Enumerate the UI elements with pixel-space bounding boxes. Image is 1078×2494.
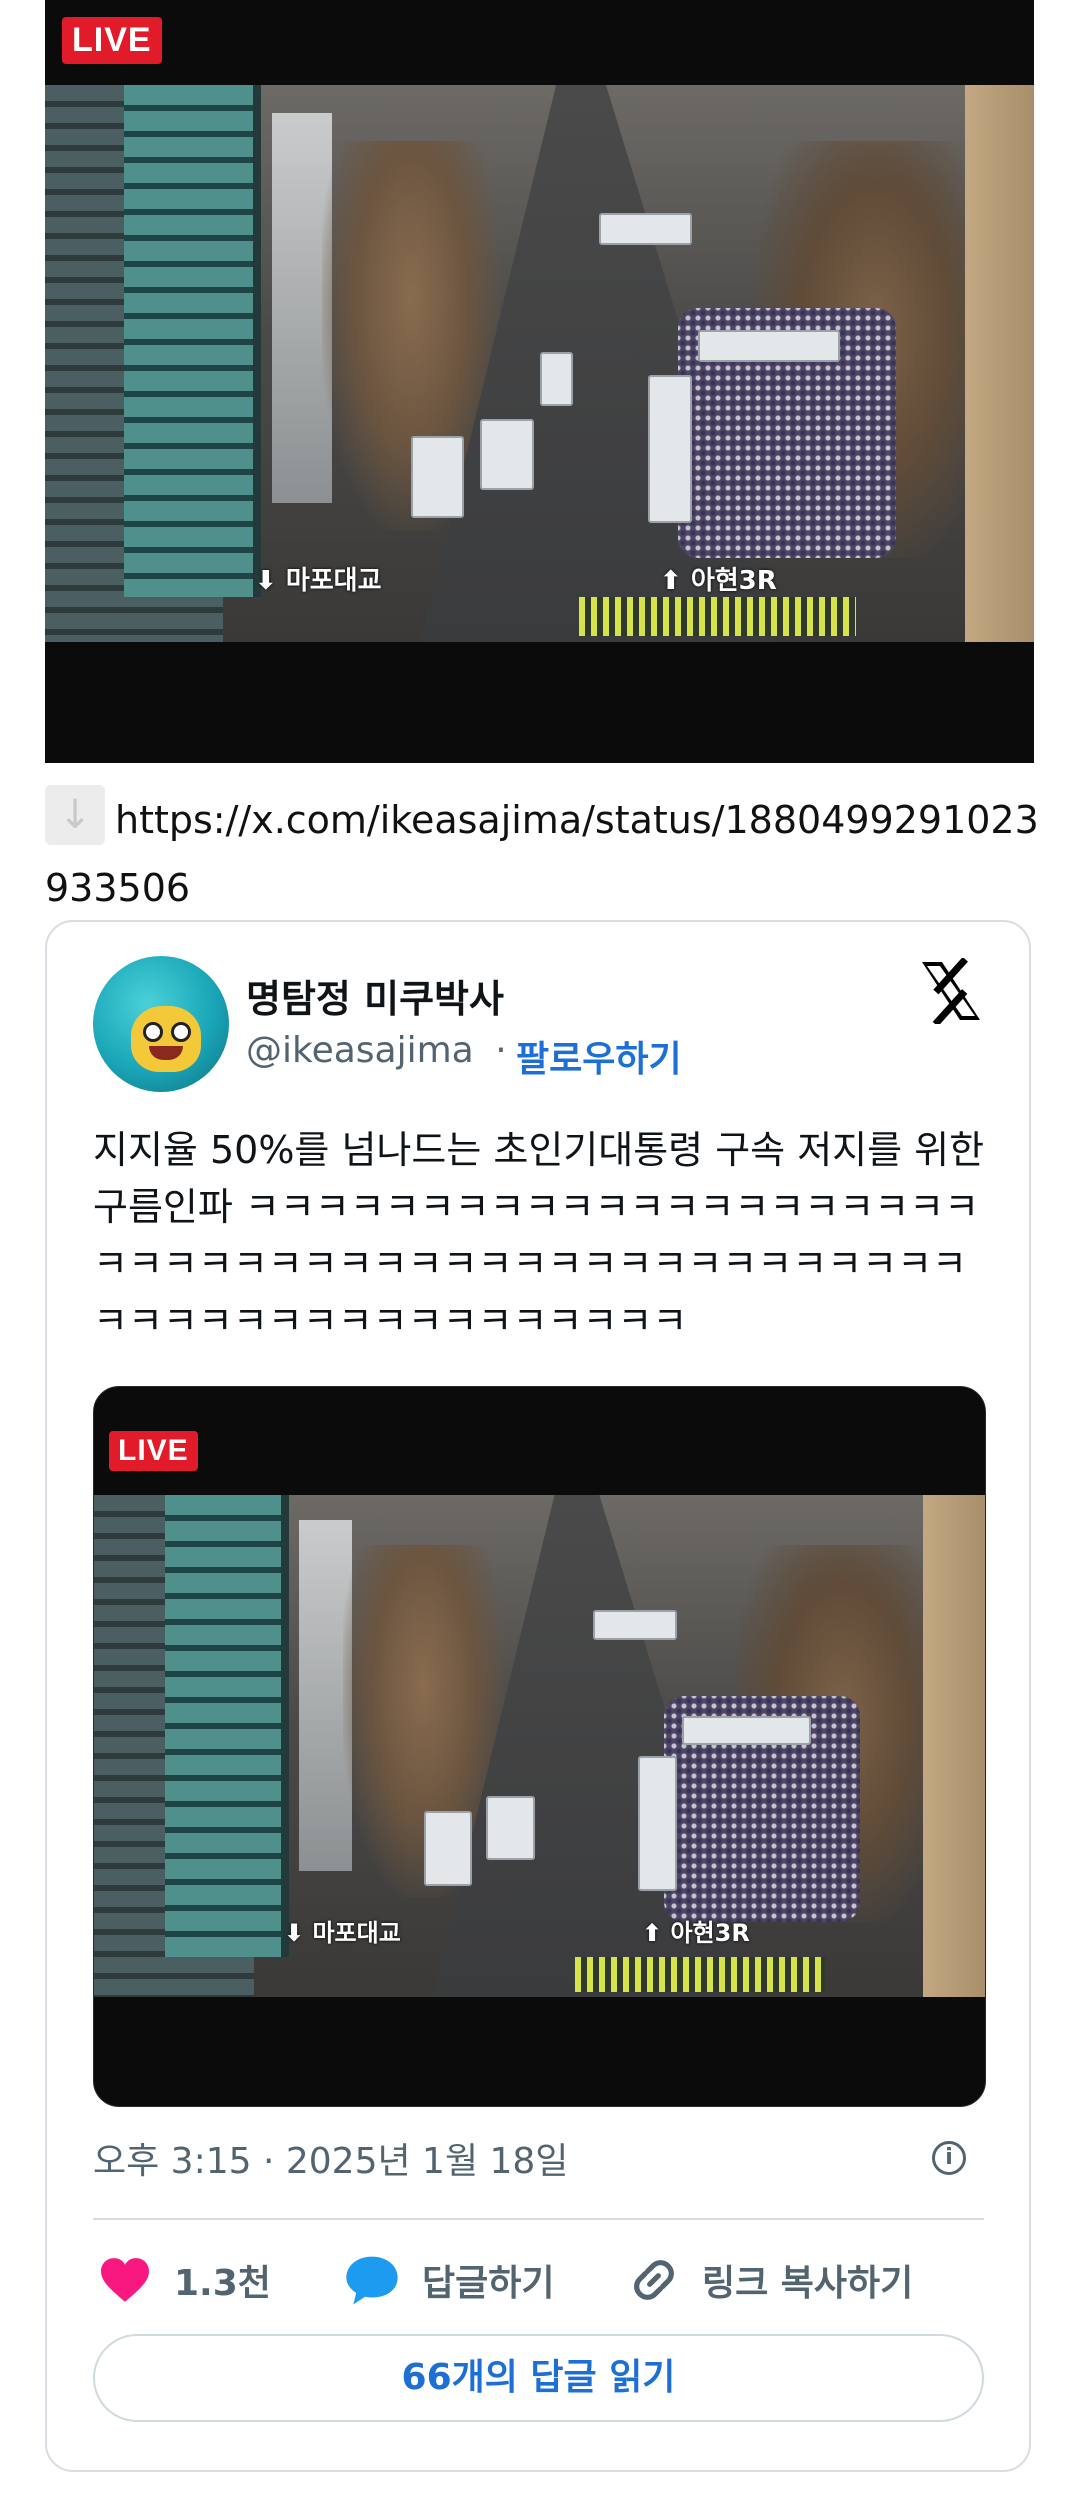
handle-text[interactable]: @ikeasajima: [246, 1030, 474, 1071]
tweet-timestamp[interactable]: 오후 3:15 · 2025년 1월 18일: [93, 2132, 568, 2184]
author-handle[interactable]: @ikeasajima ·: [246, 1030, 507, 1071]
tweet-url-link[interactable]: https://x.com/ikeasajima/status/18804992…: [45, 786, 1045, 922]
tweet-text: 지지율 50%를 넘나드는 초인기대통령 구속 저지를 위한 구름인파 ㅋㅋㅋㅋ…: [93, 1128, 985, 1343]
live-video-player[interactable]: ⬇ 마포대교 ⬆ 아현3R LIVE: [45, 0, 1034, 763]
avatar[interactable]: [93, 956, 229, 1092]
media-direction-label-left: ⬇ 마포대교: [284, 1919, 401, 1947]
reply-button[interactable]: 답글하기: [344, 2250, 554, 2310]
handle-separator: ·: [495, 1030, 507, 1071]
media-live-badge: LIVE: [109, 1431, 198, 1471]
like-count: 1.3천: [174, 2263, 271, 2304]
heart-icon: [101, 2258, 149, 2302]
reply-label: 답글하기: [422, 2263, 555, 2304]
media-frame: ⬇ 마포대교 ⬆ 아현3R: [94, 1495, 985, 1997]
media-direction-label-right: ⬆ 아현3R: [642, 1919, 750, 1947]
copy-link-button[interactable]: 링크 복사하기: [628, 2250, 913, 2310]
speech-bubble-icon: [346, 2256, 398, 2305]
x-logo-icon[interactable]: [918, 958, 984, 1024]
info-icon[interactable]: i: [932, 2141, 966, 2175]
live-badge: LIVE: [62, 17, 162, 64]
like-button[interactable]: 1.3천: [98, 2250, 271, 2310]
video-frame: ⬇ 마포대교 ⬆ 아현3R: [45, 85, 1034, 642]
direction-label-right: ⬆ 아현3R: [660, 566, 777, 596]
link-icon: [634, 2260, 674, 2300]
tweet-media-video[interactable]: ⬇ 마포대교 ⬆ 아현3R LIVE: [93, 1386, 986, 2107]
copy-link-label: 링크 복사하기: [702, 2263, 914, 2304]
author-display-name[interactable]: 명탐정 미쿠박사: [246, 968, 504, 1023]
read-replies-button[interactable]: 66개의 답글 읽기: [93, 2334, 984, 2422]
divider: [93, 2218, 984, 2220]
direction-label-left: ⬇ 마포대교: [255, 566, 382, 596]
follow-button[interactable]: 팔로우하기: [516, 1030, 682, 1082]
